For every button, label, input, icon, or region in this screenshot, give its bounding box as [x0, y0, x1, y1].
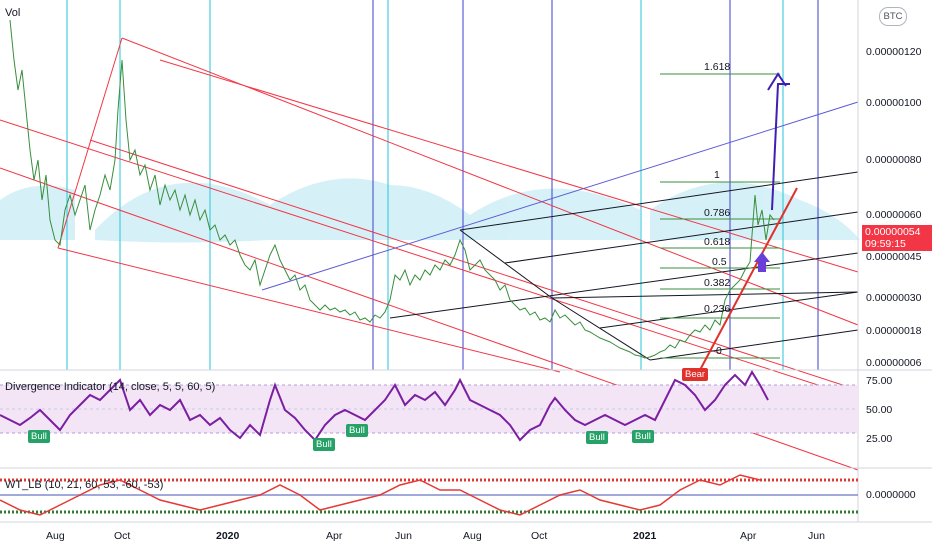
price-tick: 0.00000100	[866, 97, 922, 109]
up-arrow-marker	[754, 252, 770, 272]
fib-label: 0.786	[704, 207, 731, 219]
price-tick: 0.00000006	[866, 357, 922, 369]
wt-title[interactable]: WT_LB (10, 21, 60, 53, -60, -53)	[5, 479, 163, 491]
fib-label: 0.382	[704, 277, 731, 289]
chart-canvas[interactable]	[0, 0, 932, 550]
price-tick: 0.00000045	[866, 251, 922, 263]
last-price-tag: 0.00000054 09:59:15	[862, 225, 932, 251]
price-tick: 0.00000060	[866, 209, 922, 221]
time-tick: 2021	[633, 530, 657, 542]
bull-signal: Bull	[346, 424, 368, 437]
time-tick: Jun	[808, 530, 825, 542]
fib-label: 0.5	[712, 256, 727, 268]
price-tick: 0.00000080	[866, 154, 922, 166]
fib-label: 0	[716, 345, 722, 357]
bull-signal: Bull	[28, 430, 50, 443]
rsi-tick: 25.00	[866, 433, 893, 445]
currency-badge[interactable]: BTC	[879, 7, 907, 26]
time-tick: Oct	[531, 530, 548, 542]
rsi-tick: 75.00	[866, 375, 893, 387]
bear-signal: Bear	[682, 368, 709, 381]
bar-countdown: 09:59:15	[865, 238, 906, 250]
price-tick: 0.00000120	[866, 46, 922, 58]
price-tick: 0.00000018	[866, 325, 922, 337]
fib-label: 0.618	[704, 236, 731, 248]
fib-label: 1	[714, 169, 720, 181]
wt-tick: 0.0000000	[866, 489, 916, 501]
fib-label: 1.618	[704, 61, 731, 73]
last-price: 0.00000054	[865, 226, 921, 238]
bull-signal: Bull	[586, 431, 608, 444]
bull-signal: Bull	[632, 430, 654, 443]
time-tick: Apr	[740, 530, 757, 542]
divergence-title[interactable]: Divergence Indicator (14, close, 5, 5, 6…	[5, 381, 215, 393]
time-tick: Apr	[326, 530, 343, 542]
fib-arcs	[0, 178, 860, 243]
time-tick: Aug	[463, 530, 482, 542]
time-tick: Jun	[395, 530, 412, 542]
vol-label: Vol	[5, 7, 21, 19]
time-tick: Aug	[46, 530, 65, 542]
fib-label: 0.236	[704, 303, 731, 315]
time-tick: Oct	[114, 530, 131, 542]
price-tick: 0.00000030	[866, 292, 922, 304]
rsi-tick: 50.00	[866, 404, 893, 416]
time-tick: 2020	[216, 530, 240, 542]
bull-signal: Bull	[313, 438, 335, 451]
